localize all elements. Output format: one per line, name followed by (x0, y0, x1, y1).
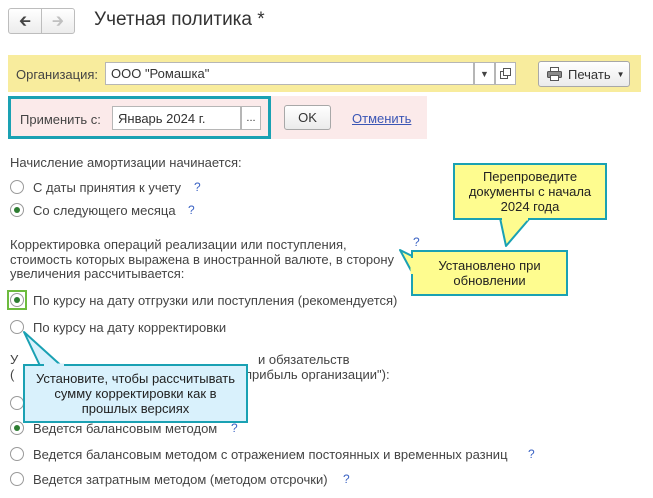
callout-tail-joins (44, 217, 528, 367)
